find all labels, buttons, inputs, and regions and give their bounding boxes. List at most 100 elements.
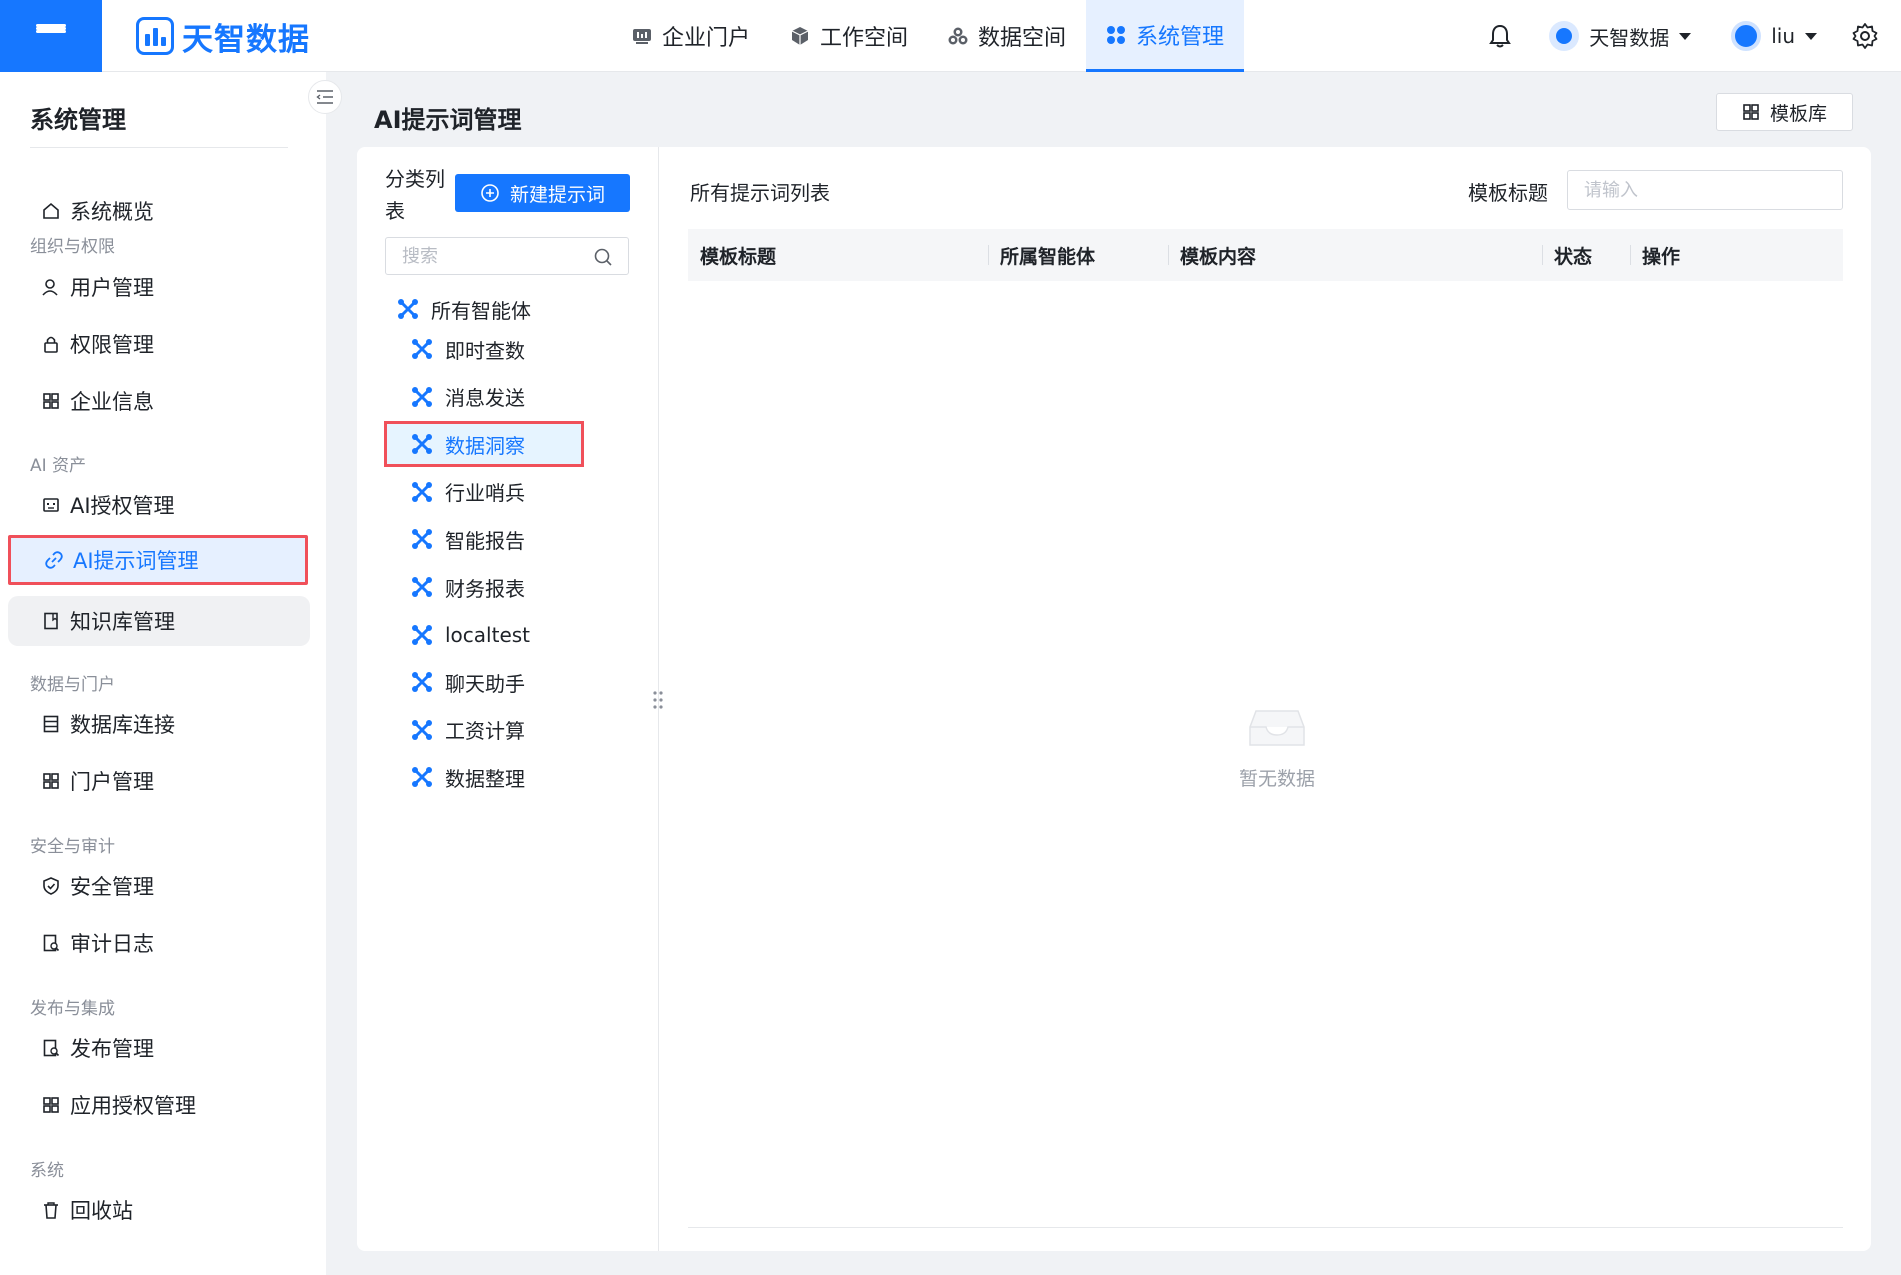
org-switcher[interactable]: 天智数据 — [1549, 21, 1692, 51]
column-header-content[interactable]: 模板内容 — [1168, 229, 1542, 281]
sidebar-item-label: 权限管理 — [70, 333, 154, 357]
nav-label: 数据空间 — [978, 26, 1067, 51]
database-icon — [43, 715, 59, 733]
template-library-button[interactable]: 模板库 — [1716, 93, 1853, 131]
agent-icon — [412, 386, 432, 407]
sidebar-item-label: 安全管理 — [70, 875, 154, 899]
sidebar-item-db-connection[interactable]: 数据库连接 — [8, 699, 310, 749]
grid-icon — [43, 773, 59, 789]
tree-item-agent[interactable]: localtest — [411, 615, 530, 655]
robot-icon — [43, 498, 59, 512]
sidebar-collapse-button[interactable] — [308, 80, 342, 114]
org-avatar — [1549, 21, 1580, 51]
tree-item-label: 消息发送 — [445, 386, 525, 411]
sidebar-item-ai-prompt[interactable]: AI提示词管理 — [8, 535, 308, 585]
audit-log-icon — [43, 934, 60, 952]
column-header-status[interactable]: 状态 — [1542, 229, 1630, 281]
sidebar-item-label: 发布管理 — [70, 1037, 154, 1061]
bell-icon[interactable] — [1487, 23, 1513, 49]
agent-icon — [412, 577, 432, 597]
nav-label: 系统管理 — [1136, 24, 1225, 50]
grid-icon — [43, 1097, 59, 1113]
divider — [30, 147, 288, 148]
tree-item-label: 财务报表 — [445, 576, 525, 601]
sidebar-group-ai: AI 资产 — [30, 456, 87, 476]
filter-label: 模板标题 — [1468, 181, 1548, 205]
sidebar-item-label: 数据库连接 — [70, 713, 175, 737]
sidebar-item-label: AI授权管理 — [70, 494, 175, 518]
sidebar-item-knowledge[interactable]: 知识库管理 — [8, 596, 310, 646]
agent-icon — [412, 672, 432, 693]
sidebar-item-label: 回收站 — [70, 1199, 133, 1223]
menu-toggle-button[interactable] — [0, 0, 102, 72]
tree-item-agent[interactable]: 财务报表 — [411, 567, 525, 607]
tree-item-label: 即时查数 — [445, 338, 525, 363]
tree-item-label: 聊天助手 — [445, 671, 525, 696]
sidebar-item-permissions[interactable]: 权限管理 — [8, 319, 310, 369]
nav-item-workspace[interactable]: 工作空间 — [770, 0, 928, 72]
sidebar-item-audit[interactable]: 审计日志 — [8, 918, 310, 968]
sidebar-item-portal[interactable]: 门户管理 — [8, 756, 310, 806]
tree-item-label: 数据洞察 — [445, 433, 525, 458]
tree-item-agent[interactable]: 工资计算 — [411, 710, 525, 750]
tree-item-agent[interactable]: 数据整理 — [411, 757, 525, 797]
org-name: 天智数据 — [1589, 25, 1670, 50]
chevron-down-icon — [1805, 32, 1817, 40]
nav-label: 企业门户 — [662, 26, 751, 51]
empty-inbox-icon — [1249, 710, 1305, 746]
grid-icon — [1743, 104, 1759, 120]
template-library-label: 模板库 — [1769, 102, 1827, 125]
avatar — [1731, 21, 1762, 51]
sidebar-item-label: 用户管理 — [70, 276, 154, 300]
sidebar-item-overview[interactable]: 系统概览 — [8, 186, 310, 236]
trash-icon — [44, 1202, 58, 1219]
sidebar-item-users[interactable]: 用户管理 — [8, 262, 310, 312]
book-icon — [44, 612, 58, 630]
tree-item-agent[interactable]: 消息发送 — [411, 377, 525, 417]
brand-name: 天智数据 — [182, 21, 310, 58]
sidebar-item-app-auth[interactable]: 应用授权管理 — [8, 1080, 310, 1130]
hamburger-icon — [36, 24, 66, 48]
tree-item-agent[interactable]: 聊天助手 — [411, 662, 525, 702]
sidebar-group-system: 系统 — [30, 1161, 64, 1181]
plus-circle-icon — [481, 184, 499, 202]
sidebar-item-publish[interactable]: 发布管理 — [8, 1023, 310, 1073]
tree-item-all-agents[interactable]: 所有智能体 — [397, 289, 531, 329]
nav-item-system[interactable]: 系统管理 — [1086, 0, 1245, 72]
agent-icon — [398, 299, 418, 319]
header-actions: 天智数据 liu — [1487, 0, 1901, 72]
tree-item-agent[interactable]: 行业哨兵 — [411, 472, 525, 512]
new-prompt-label: 新建提示词 — [509, 183, 605, 206]
tree-item-label: 数据整理 — [445, 766, 525, 791]
sidebar-item-security[interactable]: 安全管理 — [8, 861, 310, 911]
column-header-actions[interactable]: 操作 — [1630, 229, 1843, 281]
new-prompt-button[interactable]: 新建提示词 — [455, 174, 630, 212]
sidebar-item-recycle[interactable]: 回收站 — [8, 1185, 310, 1235]
sidebar-item-company[interactable]: 企业信息 — [8, 376, 310, 426]
home-icon — [43, 202, 59, 219]
empty-state: 暂无数据 — [1217, 705, 1337, 791]
brand-logo[interactable]: 天智数据 — [136, 16, 310, 58]
search-icon[interactable] — [593, 247, 613, 267]
tree-item-agent[interactable]: 数据洞察 — [384, 421, 584, 468]
tree-item-label: localtest — [445, 622, 531, 647]
sidebar-group-org: 组织与权限 — [30, 237, 115, 257]
tree-item-label: 所有智能体 — [431, 298, 531, 323]
column-header-agent[interactable]: 所属智能体 — [988, 229, 1168, 281]
sidebar-title: 系统管理 — [30, 106, 126, 134]
column-header-title[interactable]: 模板标题 — [688, 229, 988, 281]
drag-handle-icon[interactable] — [651, 689, 665, 711]
grid-icon — [43, 393, 59, 409]
tree-item-agent[interactable]: 即时查数 — [411, 329, 525, 369]
sidebar-item-ai-auth[interactable]: AI授权管理 — [8, 480, 310, 530]
user-menu[interactable]: liu — [1731, 21, 1817, 51]
tree-item-label: 工资计算 — [445, 719, 525, 744]
agent-icon — [412, 767, 432, 788]
nav-item-data-space[interactable]: 数据空间 — [928, 0, 1086, 72]
gear-icon[interactable] — [1851, 22, 1879, 50]
empty-text: 暂无数据 — [1238, 768, 1315, 790]
nav-item-portal[interactable]: 企业门户 — [612, 0, 770, 72]
tree-item-agent[interactable]: 智能报告 — [411, 519, 525, 559]
logo-icon — [136, 17, 174, 55]
template-title-filter-input[interactable] — [1567, 170, 1843, 210]
